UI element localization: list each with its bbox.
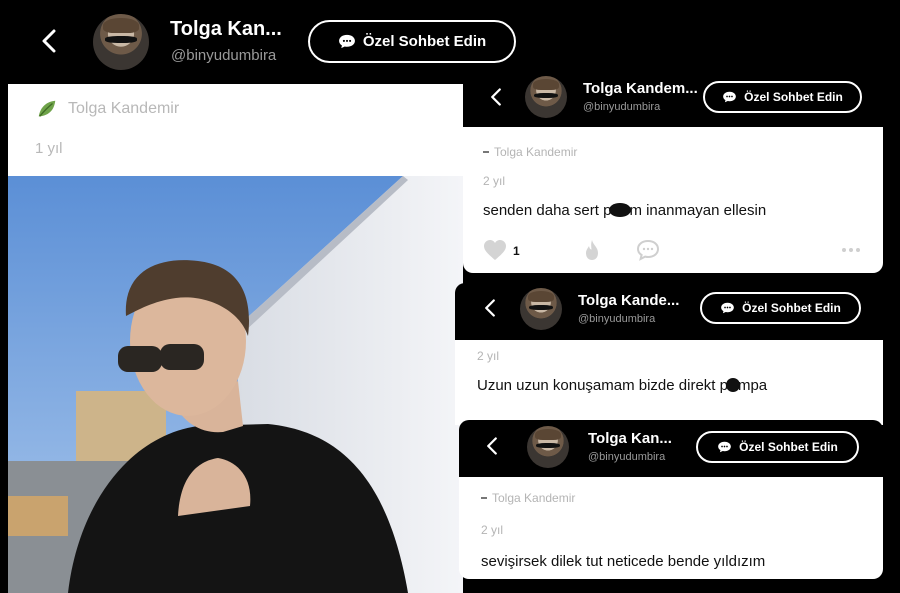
private-chat-button[interactable]: Özel Sohbet Edin — [700, 292, 861, 324]
fire-icon[interactable] — [580, 239, 604, 261]
card1-header: Tolga Kandem... @binyudumbira Özel Sohbe… — [463, 70, 900, 127]
leaf-icon — [36, 98, 58, 120]
main-post: Tolga Kandemir 1 yıl — [8, 84, 463, 593]
back-chevron-icon[interactable] — [483, 437, 501, 455]
post-author: Tolga Kandemir — [36, 98, 179, 120]
back-chevron-icon[interactable] — [487, 88, 505, 106]
post-author: Tolga Kandemir — [481, 491, 575, 505]
profile-handle: @binyudumbira — [588, 451, 666, 463]
profile-name: Tolga Kan... — [170, 18, 282, 40]
post-author-name: Tolga Kandemir — [68, 100, 180, 117]
speech-bubble-icon — [717, 441, 732, 453]
ellipsis-icon[interactable] — [839, 239, 863, 261]
private-chat-label: Özel Sohbet Edin — [739, 440, 838, 454]
speech-bubble-icon — [720, 302, 735, 314]
post-time: 2 yıl — [477, 349, 500, 363]
profile-handle: @binyudumbira — [171, 47, 277, 64]
comment-icon[interactable] — [636, 239, 660, 261]
speech-bubble-icon — [338, 34, 356, 49]
card2-header: Tolga Kande... @binyudumbira Özel Sohbet… — [455, 283, 883, 340]
avatar[interactable] — [93, 14, 149, 70]
profile-name: Tolga Kan... — [588, 430, 672, 447]
card3-body: Tolga Kandemir 2 yıl sevişirsek dilek tu… — [459, 477, 883, 579]
card1-body: Tolga Kandemir 2 yıl senden daha sert pm… — [463, 127, 883, 273]
post-author-name: Tolga Kandemir — [492, 491, 576, 505]
back-chevron-icon[interactable] — [38, 29, 60, 53]
heart-icon[interactable] — [483, 239, 507, 261]
profile-name: Tolga Kande... — [578, 292, 680, 309]
private-chat-button[interactable]: Özel Sohbet Edin — [703, 81, 862, 113]
post-text: Uzun uzun konuşamam bizde direkt p mpa — [477, 377, 768, 394]
post-author: Tolga Kandemir — [483, 145, 577, 159]
private-chat-button[interactable]: Özel Sohbet Edin — [696, 431, 859, 463]
private-chat-label: Özel Sohbet Edin — [742, 301, 841, 315]
avatar[interactable] — [527, 426, 569, 468]
like-count: 1 — [513, 244, 520, 258]
back-chevron-icon[interactable] — [481, 299, 499, 317]
profile-name: Tolga Kandem... — [583, 80, 698, 97]
post-actions: 1 — [483, 239, 863, 263]
post-photo[interactable] — [8, 176, 463, 593]
profile-handle: @binyudumbira — [578, 313, 656, 325]
private-chat-button[interactable]: Özel Sohbet Edin — [308, 20, 516, 63]
post-text: sevişirsek dilek tut neticede bende yıld… — [481, 553, 766, 570]
private-chat-label: Özel Sohbet Edin — [362, 33, 487, 50]
avatar[interactable] — [520, 288, 562, 330]
post-time: 2 yıl — [481, 523, 504, 537]
post-time: 2 yıl — [483, 174, 506, 188]
card2-body: 2 yıl Uzun uzun konuşamam bizde direkt p… — [455, 340, 883, 425]
post-text: senden daha sert pm inanmayan ellesin — [483, 202, 767, 219]
card3-header: Tolga Kan... @binyudumbira Özel Sohbet E… — [459, 420, 883, 477]
private-chat-label: Özel Sohbet Edin — [744, 90, 843, 104]
profile-handle: @binyudumbira — [583, 101, 661, 113]
post-author-name: Tolga Kandemir — [494, 145, 578, 159]
speech-bubble-icon — [722, 91, 737, 103]
post-time: 1 yıl — [35, 140, 63, 157]
avatar[interactable] — [525, 76, 567, 118]
